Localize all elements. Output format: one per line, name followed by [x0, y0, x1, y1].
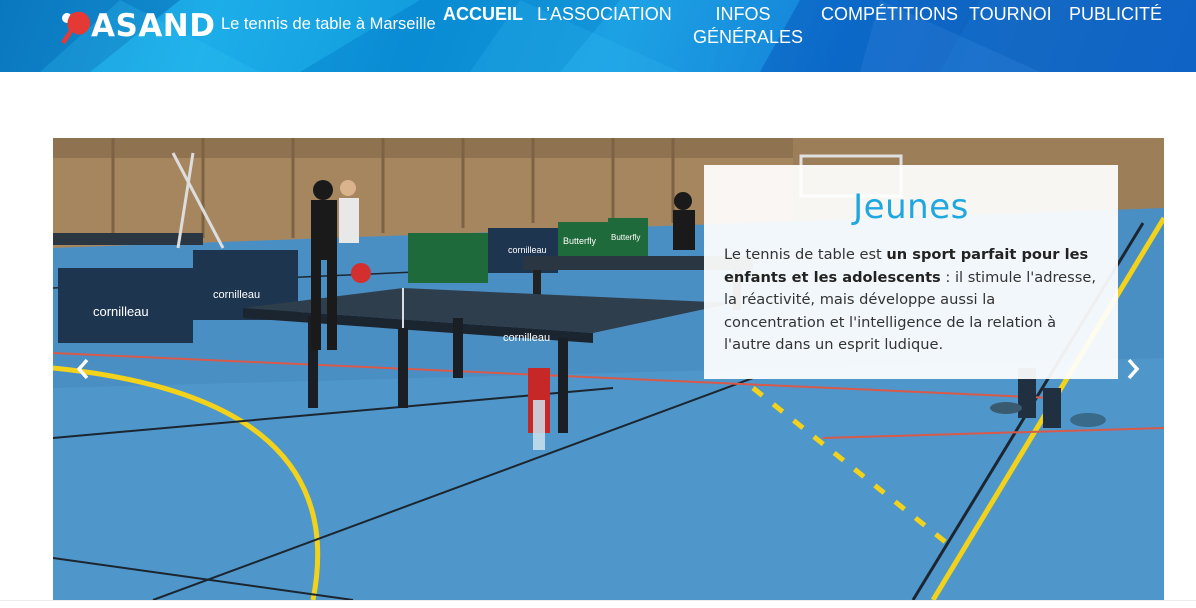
- nav-item-accueil[interactable]: ACCUEIL: [443, 3, 523, 26]
- nav-item-publicite[interactable]: PUBLICITÉ: [1069, 3, 1162, 26]
- site-header: ASAND Le tennis de table à Marseille ACC…: [0, 0, 1196, 72]
- site-tagline: Le tennis de table à Marseille: [221, 15, 436, 33]
- slide-title: Jeunes: [853, 187, 969, 227]
- hero-slider: cornilleau cornilleau cornilleau Butterf…: [53, 138, 1164, 600]
- slide-text: Le tennis de table est un sport parfait …: [724, 244, 1098, 357]
- svg-text:cornilleau: cornilleau: [213, 289, 260, 301]
- site-logo[interactable]: ASAND: [57, 6, 216, 46]
- svg-text:cornilleau: cornilleau: [503, 332, 550, 344]
- slider-next-button[interactable]: [1121, 354, 1145, 384]
- svg-text:cornilleau: cornilleau: [508, 245, 547, 255]
- ping-pong-paddle-icon: [57, 6, 95, 46]
- svg-text:cornilleau: cornilleau: [93, 304, 149, 319]
- svg-text:Butterfly: Butterfly: [611, 233, 640, 242]
- slide-caption: Jeunes Le tennis de table est un sport p…: [704, 165, 1118, 379]
- nav-item-competitions[interactable]: COMPÉTITIONS: [821, 3, 958, 26]
- logo-text: ASAND: [91, 8, 216, 44]
- page-bottom-edge: [0, 600, 1196, 608]
- slide-text-intro: Le tennis de table est: [724, 246, 887, 263]
- nav-item-association[interactable]: L’ASSOCIATION: [537, 3, 672, 26]
- slider-prev-button[interactable]: [71, 354, 95, 384]
- chevron-left-icon: [76, 358, 89, 380]
- svg-text:Butterfly: Butterfly: [563, 236, 597, 246]
- nav-item-tournoi[interactable]: TOURNOI: [969, 3, 1052, 26]
- chevron-right-icon: [1127, 358, 1140, 380]
- nav-item-infos-generales[interactable]: INFOS GÉNÉRALES: [693, 3, 803, 49]
